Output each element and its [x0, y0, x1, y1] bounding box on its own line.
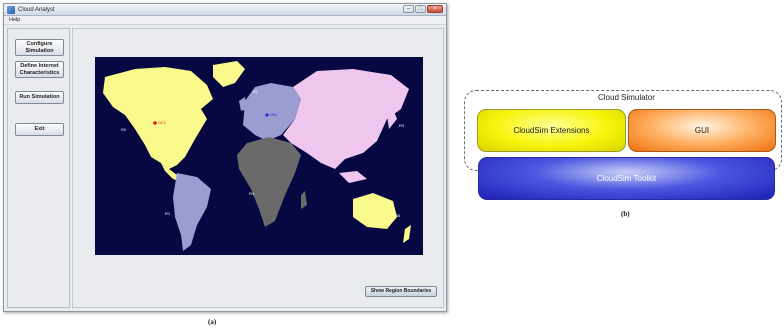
show-region-boundaries-label: Show Region Boundaries: [370, 288, 432, 294]
title-bar: Cloud Analyst – □ ×: [4, 4, 446, 16]
main-panel: R0 R1 R2 R3 R4 R5 DC1 UB1 Show Region Bo…: [72, 28, 444, 308]
userbase-label-ub1: UB1: [270, 112, 279, 117]
exit-label: Exit: [34, 126, 45, 133]
define-internet-characteristics-button[interactable]: Define Internet Characteristics: [15, 61, 64, 78]
africa-region: [237, 137, 301, 227]
minimize-button[interactable]: –: [403, 5, 414, 13]
maximize-button[interactable]: □: [415, 5, 426, 13]
configure-simulation-label: Configure Simulation: [25, 41, 54, 54]
gui-block: GUI: [628, 109, 776, 152]
region-label-r5: R5: [395, 213, 401, 218]
window-title: Cloud Analyst: [18, 7, 55, 13]
userbase-marker-ub1[interactable]: [265, 113, 269, 117]
region-label-r3: R3: [399, 123, 405, 128]
action-sidebar: Configure Simulation Define Internet Cha…: [7, 28, 70, 308]
datacenter-label-dc1: DC1: [158, 120, 167, 125]
world-map: R0 R1 R2 R3 R4 R5 DC1 UB1: [95, 57, 423, 255]
world-map-svg: R0 R1 R2 R3 R4 R5 DC1 UB1: [103, 61, 411, 251]
cloudsim-extensions-label: CloudSim Extensions: [513, 126, 590, 135]
configure-simulation-button[interactable]: Configure Simulation: [15, 39, 64, 56]
run-simulation-button[interactable]: Run Simulation: [15, 91, 64, 104]
south-america-region: [173, 173, 211, 251]
cloudsim-extensions-block: CloudSim Extensions: [477, 109, 626, 152]
cloud-simulator-title: Cloud Simulator: [598, 93, 655, 102]
cloudsim-toolkit-label: CloudSim Toolkit: [596, 174, 657, 183]
maximize-icon: □: [418, 6, 423, 12]
run-simulation-label: Run Simulation: [19, 94, 60, 101]
cloudsim-toolkit-block: CloudSim Toolkit: [478, 157, 775, 200]
north-america-region: [103, 67, 213, 169]
gui-label: GUI: [694, 126, 710, 135]
menu-help[interactable]: Help: [9, 17, 20, 24]
minimize-icon: –: [406, 6, 411, 12]
greenland-shape: [213, 61, 245, 87]
region-label-r0: R0: [121, 127, 127, 132]
menu-bar: Help: [4, 16, 446, 25]
close-icon: ×: [433, 6, 437, 12]
region-label-r4: R4: [249, 191, 255, 196]
close-button[interactable]: ×: [427, 5, 443, 13]
caption-a: (a): [208, 318, 217, 326]
indonesia-shape: [339, 171, 367, 183]
region-label-r1: R1: [165, 211, 171, 216]
define-internet-characteristics-label: Define Internet Characteristics: [19, 63, 60, 76]
new-zealand-shape: [403, 225, 411, 243]
uk-shape: [239, 97, 247, 111]
australia-region: [353, 193, 397, 229]
cloud-analyst-window: Cloud Analyst – □ × Help Configure Simul…: [3, 3, 447, 312]
app-icon: [7, 6, 15, 14]
region-label-r2: R2: [253, 89, 259, 94]
window-controls: – □ ×: [403, 5, 443, 13]
caption-b: (b): [621, 210, 630, 218]
datacenter-marker-dc1[interactable]: [153, 121, 157, 125]
madagascar-shape: [301, 191, 307, 209]
show-region-boundaries-button[interactable]: Show Region Boundaries: [365, 286, 437, 297]
exit-button[interactable]: Exit: [15, 123, 64, 136]
